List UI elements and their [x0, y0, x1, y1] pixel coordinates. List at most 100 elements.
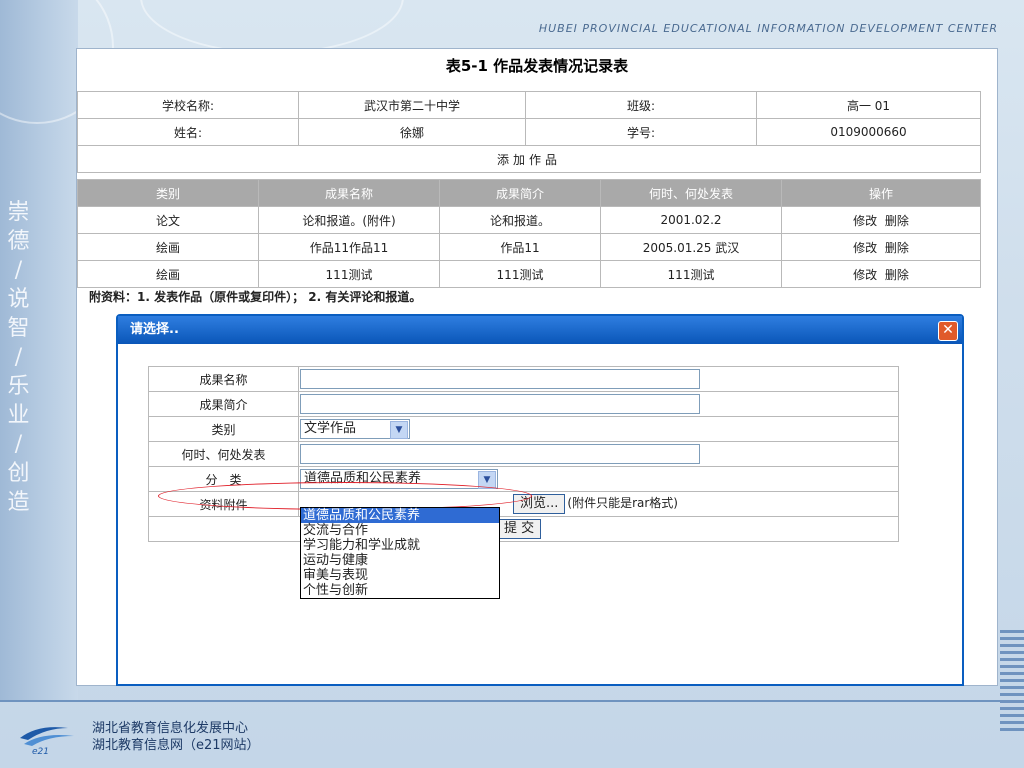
- cell-name: 作品11作品11: [258, 233, 440, 261]
- select-dialog: 请选择.. ✕ 成果名称 成果简介 类别 文学作品 ▼ 何时、何处发表 分 类 …: [116, 314, 964, 686]
- form-cell: [298, 391, 899, 417]
- dropdown-option[interactable]: 个性与创新: [301, 583, 499, 598]
- submit-button[interactable]: 提 交: [497, 519, 542, 539]
- category-select[interactable]: 文学作品 ▼: [300, 419, 410, 439]
- main-panel: 表5-1 作品发表情况记录表 学校名称: 武汉市第二十中学 班级: 高一 01 …: [76, 48, 998, 686]
- side-char: 造: [7, 490, 31, 515]
- category-select-value: 文学作品: [304, 421, 357, 436]
- delete-link[interactable]: 删除: [885, 268, 909, 282]
- work-form: 成果名称 成果简介 类别 文学作品 ▼ 何时、何处发表 分 类 道德品质和公民素…: [148, 366, 899, 542]
- side-char: 乐: [7, 374, 31, 399]
- cell-intro: 论和报道。: [439, 206, 601, 234]
- org-english-name: HUBEI PROVINCIAL EDUCATIONAL INFORMATION…: [538, 22, 998, 35]
- table-row: 学校名称: 武汉市第二十中学 班级: 高一 01: [77, 91, 981, 119]
- id-label: 学号:: [525, 118, 757, 146]
- table-row: 绘画 作品11作品11 作品11 2005.01.25 武汉 修改 删除: [77, 233, 981, 261]
- dropdown-option[interactable]: 审美与表现: [301, 568, 499, 583]
- table-row: 论文 论和报道。(附件) 论和报道。 2001.02.2 修改 删除: [77, 206, 981, 234]
- class-label: 班级:: [525, 91, 757, 119]
- side-char: /: [14, 258, 24, 283]
- side-char: 说: [7, 287, 31, 312]
- name-label: 姓名:: [77, 118, 299, 146]
- cell-when-where: 111测试: [600, 260, 782, 288]
- cell-when-where: 2005.01.25 武汉: [600, 233, 782, 261]
- when-where-input[interactable]: [300, 444, 700, 464]
- cell-actions: 修改 删除: [781, 206, 981, 234]
- footer-divider: [0, 700, 1024, 702]
- table-row: 姓名: 徐娜 学号: 0109000660: [77, 118, 981, 146]
- submit-cell: 提 交: [148, 516, 899, 542]
- cell-category: 论文: [77, 206, 259, 234]
- attachment-note: 附资料：1. 发表作品（原件或复印件）； 2. 有关评论和报道。: [89, 290, 422, 304]
- school-label: 学校名称:: [77, 91, 299, 119]
- close-icon[interactable]: ✕: [938, 321, 958, 341]
- student-info-table: 学校名称: 武汉市第二十中学 班级: 高一 01 姓名: 徐娜 学号: 0109…: [77, 91, 981, 173]
- work-name-input[interactable]: [300, 369, 700, 389]
- cell-category: 绘画: [77, 260, 259, 288]
- col-name: 成果名称: [258, 179, 440, 207]
- id-value: 0109000660: [756, 118, 981, 146]
- dropdown-option[interactable]: 学习能力和学业成就: [301, 538, 499, 553]
- category-field-label: 类别: [148, 416, 299, 442]
- form-row: 类别 文学作品 ▼: [148, 416, 899, 442]
- work-intro-input[interactable]: [300, 394, 700, 414]
- dropdown-option[interactable]: 运动与健康: [301, 553, 499, 568]
- dropdown-option[interactable]: 道德品质和公民素养: [301, 508, 499, 523]
- form-row: 何时、何处发表: [148, 441, 899, 467]
- classification-dropdown-list[interactable]: 道德品质和公民素养 交流与合作 学习能力和学业成就 运动与健康 审美与表现 个性…: [300, 507, 500, 599]
- dropdown-option[interactable]: 交流与合作: [301, 523, 499, 538]
- highlight-ellipse: [158, 482, 532, 510]
- attachment-hint: (附件只能是rar格式): [567, 496, 678, 510]
- form-cell: [298, 441, 899, 467]
- chevron-down-icon[interactable]: ▼: [390, 421, 408, 439]
- col-actions: 操作: [781, 179, 981, 207]
- side-char: /: [14, 432, 24, 457]
- table-header-row: 类别 成果名称 成果简介 何时、何处发表 操作: [77, 179, 981, 207]
- delete-link[interactable]: 删除: [885, 214, 909, 228]
- cell-category: 绘画: [77, 233, 259, 261]
- right-decoration-bars: [1000, 630, 1024, 735]
- school-value: 武汉市第二十中学: [298, 91, 526, 119]
- side-slogan: 崇 德 / 说 智 / 乐 业 / 创 造: [6, 198, 32, 517]
- name-value: 徐娜: [298, 118, 526, 146]
- e21-logo-icon: e21: [20, 727, 74, 756]
- add-work-link[interactable]: 添加作品: [77, 145, 981, 173]
- edit-link[interactable]: 修改: [853, 268, 877, 282]
- side-char: 智: [7, 316, 31, 341]
- form-row: 成果简介: [148, 391, 899, 417]
- page-title: 表5-1 作品发表情况记录表: [445, 57, 629, 75]
- form-cell: [298, 366, 899, 392]
- add-row: 添加作品: [77, 145, 981, 173]
- side-char: 德: [7, 229, 31, 254]
- works-table: 类别 成果名称 成果简介 何时、何处发表 操作 论文 论和报道。(附件) 论和报…: [77, 179, 981, 288]
- cell-actions: 修改 删除: [781, 260, 981, 288]
- edit-link[interactable]: 修改: [853, 214, 877, 228]
- class-value: 高一 01: [756, 91, 981, 119]
- form-cell: 文学作品 ▼: [298, 416, 899, 442]
- footer-line-2: 湖北教育信息网（e21网站）: [92, 738, 260, 753]
- footer-org: 湖北省教育信息化发展中心 湖北教育信息网（e21网站）: [92, 720, 260, 754]
- dialog-title: 请选择..: [118, 316, 962, 344]
- form-row: 成果名称: [148, 366, 899, 392]
- side-char: 业: [7, 403, 31, 428]
- side-char: 崇: [7, 200, 31, 225]
- col-category: 类别: [77, 179, 259, 207]
- name-field-label: 成果名称: [148, 366, 299, 392]
- side-char: /: [14, 345, 24, 370]
- edit-link[interactable]: 修改: [853, 241, 877, 255]
- footer-line-1: 湖北省教育信息化发展中心: [92, 721, 249, 736]
- table-row: 绘画 111测试 111测试 111测试 修改 删除: [77, 260, 981, 288]
- delete-link[interactable]: 删除: [885, 241, 909, 255]
- cell-name: 111测试: [258, 260, 440, 288]
- cell-actions: 修改 删除: [781, 233, 981, 261]
- col-intro: 成果简介: [439, 179, 601, 207]
- cell-intro: 111测试: [439, 260, 601, 288]
- logo-text: e21: [32, 747, 49, 756]
- col-when-where: 何时、何处发表: [600, 179, 782, 207]
- decorative-circle: [140, 0, 404, 54]
- cell-intro: 作品11: [439, 233, 601, 261]
- side-char: 创: [7, 461, 31, 486]
- intro-field-label: 成果简介: [148, 391, 299, 417]
- cell-name: 论和报道。(附件): [258, 206, 440, 234]
- cell-when-where: 2001.02.2: [600, 206, 782, 234]
